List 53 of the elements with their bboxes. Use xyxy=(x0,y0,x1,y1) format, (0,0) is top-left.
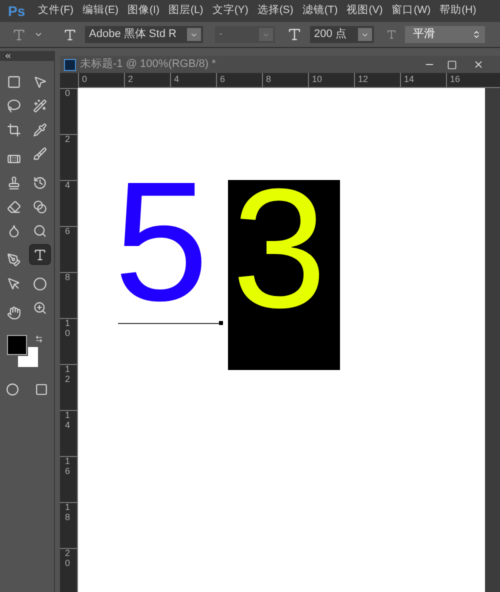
antialias-dropdown[interactable]: 平滑 xyxy=(405,26,485,43)
collapse-icon[interactable] xyxy=(4,52,12,60)
type-icon[interactable] xyxy=(29,244,51,265)
ruler-label: 8 xyxy=(262,73,308,87)
menu-item[interactable]: 窗口(W) xyxy=(392,3,431,19)
swap-colors-icon[interactable] xyxy=(35,335,43,343)
caret-icon[interactable] xyxy=(34,30,43,39)
type-tool-icon[interactable] xyxy=(12,28,26,42)
app-logo: Ps xyxy=(8,2,26,20)
ruler-label: 10 xyxy=(308,73,354,87)
background-color-swatch[interactable] xyxy=(18,347,38,367)
ruler-label: 18 xyxy=(60,502,77,548)
screen-mode-icon[interactable] xyxy=(35,383,48,396)
ruler-label: 6 xyxy=(216,73,262,87)
ruler-label: 10 xyxy=(60,318,77,364)
ruler-label: 12 xyxy=(354,73,400,87)
ruler-label: 8 xyxy=(60,272,77,318)
font-family-dropdown[interactable]: Adobe 黑体 Std R xyxy=(85,26,203,43)
vertical-type-icon[interactable] xyxy=(63,28,77,42)
anchor-point xyxy=(219,321,223,325)
ruler-label: 20 xyxy=(60,548,77,592)
menu-item[interactable]: 编辑(E) xyxy=(82,3,119,19)
ruler-label: 14 xyxy=(60,410,77,456)
text-layer: 3 xyxy=(232,164,327,334)
text-layer: 5 xyxy=(114,170,209,314)
ps-doc-icon xyxy=(64,58,76,70)
ruler-label: 16 xyxy=(60,456,77,502)
up-down-arrows-icon xyxy=(472,30,481,39)
menu-item[interactable]: 图像(I) xyxy=(128,3,160,19)
menu-item[interactable]: 图层(L) xyxy=(168,3,204,19)
menu-item[interactable]: 选择(S) xyxy=(257,3,294,19)
ruler-label: 2 xyxy=(60,134,77,180)
menu-item[interactable]: 文字(Y) xyxy=(212,3,248,19)
menu-item[interactable]: 帮助(H) xyxy=(440,3,476,19)
menu-item[interactable]: 滤镜(T) xyxy=(302,3,338,19)
ruler-label: 14 xyxy=(400,73,446,87)
ruler-label: 16 xyxy=(446,73,492,87)
ruler-label: 6 xyxy=(60,226,77,272)
menu-item[interactable]: 视图(V) xyxy=(346,3,383,19)
ruler-label: 0 xyxy=(60,88,77,134)
menu-item[interactable]: 文件(F) xyxy=(38,3,74,19)
ruler-label: 4 xyxy=(170,73,216,87)
font-size-dropdown[interactable]: 200 点 xyxy=(310,26,374,43)
foreground-color-swatch[interactable] xyxy=(7,335,27,355)
ruler-label: 0 xyxy=(78,73,124,87)
ruler-label: 4 xyxy=(60,180,77,226)
font-size-icon xyxy=(287,27,302,42)
quick-mask-icon[interactable] xyxy=(6,383,19,396)
ruler-label: 2 xyxy=(124,73,170,87)
maximize-icon[interactable] xyxy=(447,60,457,70)
antialias-icon xyxy=(386,29,397,40)
ruler-label: 12 xyxy=(60,364,77,410)
close-icon[interactable] xyxy=(473,59,484,70)
